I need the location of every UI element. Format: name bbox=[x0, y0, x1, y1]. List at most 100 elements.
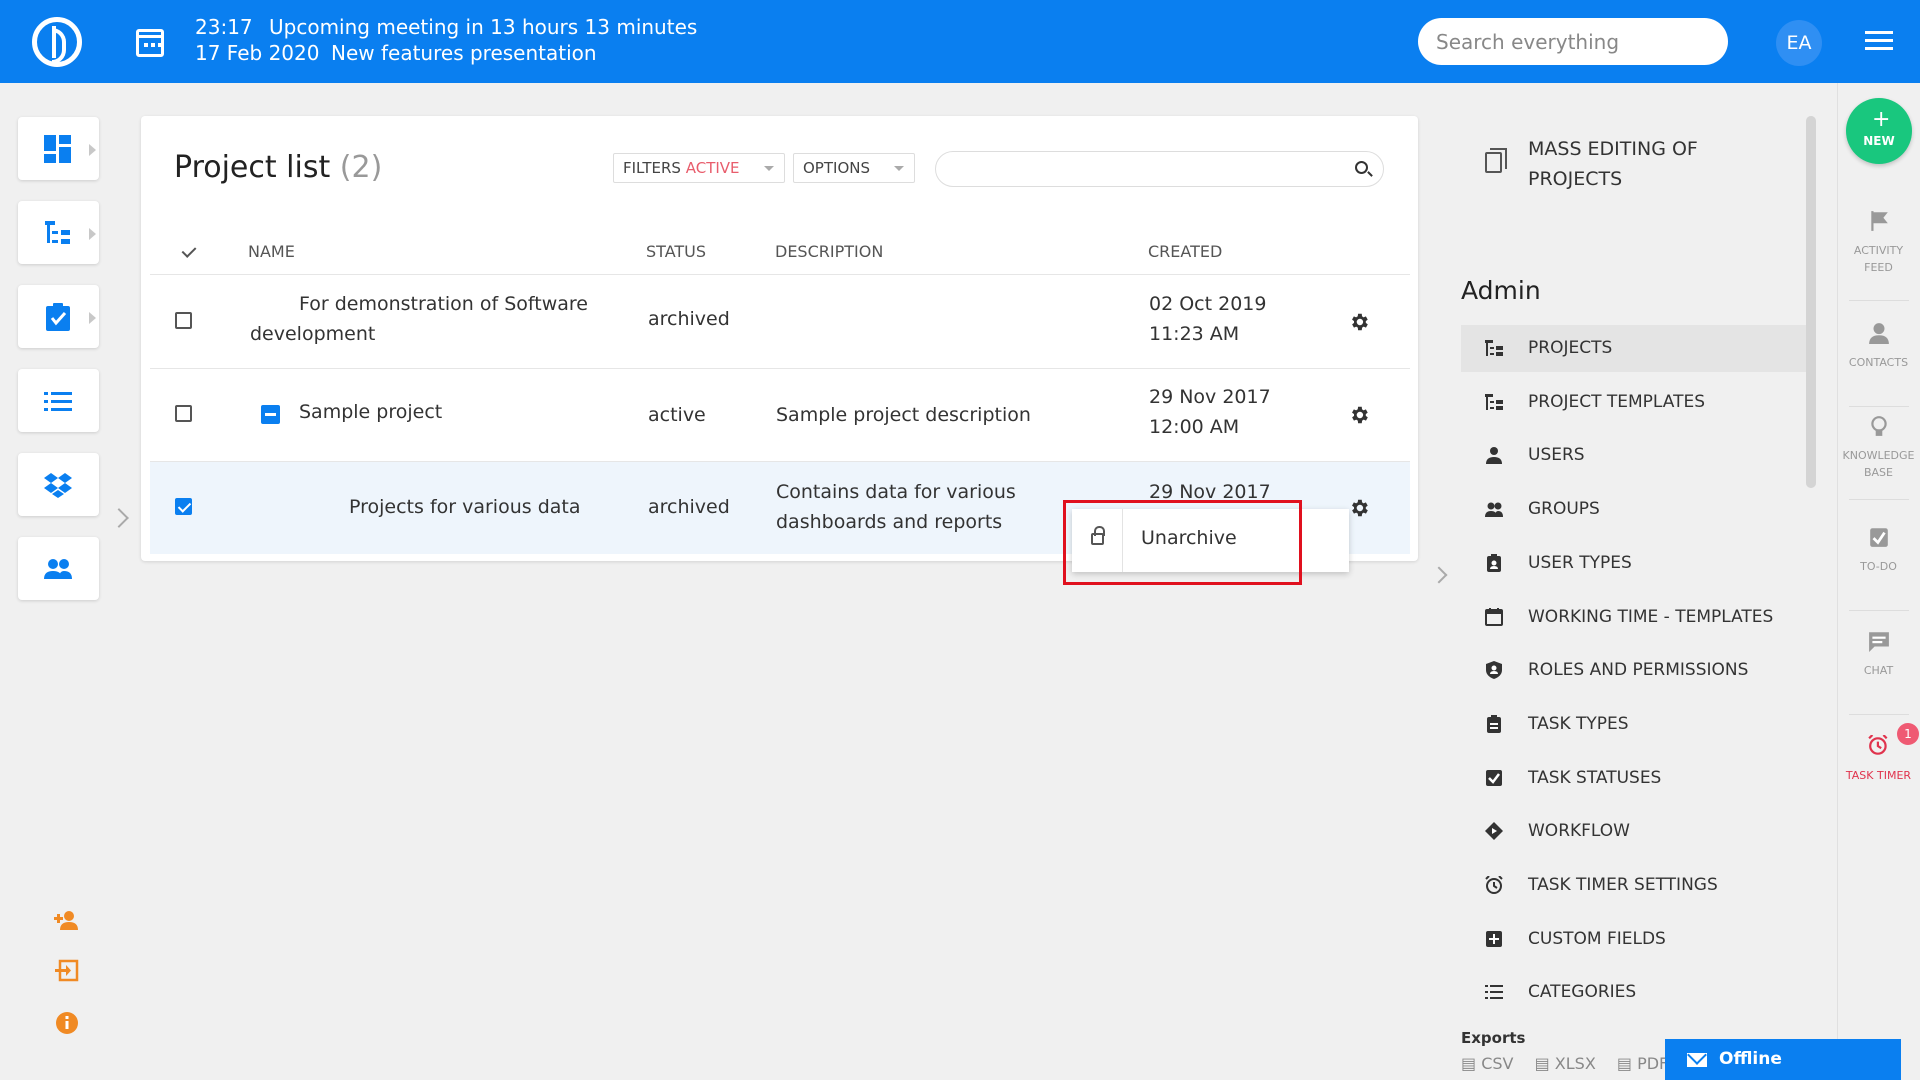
user-avatar[interactable]: EA bbox=[1776, 20, 1822, 66]
select-all-check-icon[interactable] bbox=[181, 243, 197, 258]
gear-icon[interactable] bbox=[1348, 497, 1370, 519]
project-name[interactable]: For demonstration of Software developmen… bbox=[250, 289, 588, 349]
row-checkbox[interactable] bbox=[175, 405, 192, 422]
sidebar-projects-button[interactable] bbox=[18, 201, 99, 264]
export-xlsx-link[interactable]: ▤ XLSX bbox=[1535, 1054, 1604, 1073]
sidebar-list-button[interactable] bbox=[18, 369, 99, 432]
global-search-input[interactable] bbox=[1418, 18, 1728, 65]
collapse-panel-chevron-icon[interactable] bbox=[1430, 566, 1448, 584]
chat-offline-button[interactable]: Offline bbox=[1665, 1039, 1901, 1080]
admin-item-projects[interactable]: PROJECTS bbox=[1461, 325, 1806, 372]
project-created: 29 Nov 2017 12:00 AM bbox=[1149, 382, 1271, 442]
admin-item-task-types[interactable]: TASK TYPES bbox=[1461, 701, 1806, 748]
rail-item-label: ACTIVITY FEED bbox=[1837, 242, 1920, 276]
admin-item-working-time-templates[interactable]: WORKING TIME - TEMPLATES bbox=[1461, 594, 1806, 641]
add-user-icon[interactable] bbox=[54, 908, 80, 934]
list-icon bbox=[1485, 985, 1503, 1000]
rail-item-label: KNOWLEDGE BASE bbox=[1837, 447, 1920, 481]
admin-item-label: GROUPS bbox=[1528, 499, 1600, 520]
admin-item-task-timer-settings[interactable]: TASK TIMER SETTINGS bbox=[1461, 862, 1806, 909]
expand-arrow-icon bbox=[89, 144, 96, 156]
export-csv-link[interactable]: ▤ CSV bbox=[1461, 1054, 1521, 1073]
scrollbar-thumb[interactable] bbox=[1806, 116, 1816, 488]
created-time: 12:00 AM bbox=[1149, 416, 1240, 438]
gear-icon[interactable] bbox=[1348, 404, 1370, 426]
project-tree-icon bbox=[1485, 340, 1503, 356]
hamburger-menu-icon[interactable] bbox=[1865, 31, 1893, 51]
admin-item-project-templates[interactable]: PROJECT TEMPLATES bbox=[1461, 379, 1806, 426]
project-description: Sample project description bbox=[776, 404, 1031, 426]
project-created: 02 Oct 2019 11:23 AM bbox=[1149, 289, 1266, 349]
dashboard-icon bbox=[44, 135, 71, 163]
sidebar-users-button[interactable] bbox=[18, 537, 99, 600]
collapse-minus-icon[interactable] bbox=[261, 405, 280, 424]
admin-item-roles-and-permissions[interactable]: ROLES AND PERMISSIONS bbox=[1461, 647, 1806, 694]
filters-state: ACTIVE bbox=[685, 159, 740, 177]
calendar-icon[interactable] bbox=[136, 29, 164, 57]
highlight-box bbox=[1063, 500, 1302, 585]
row-checkbox[interactable] bbox=[175, 498, 192, 515]
current-time: 23:17 bbox=[195, 15, 253, 39]
rail-divider bbox=[1849, 499, 1909, 500]
export-csv-label: CSV bbox=[1481, 1054, 1514, 1073]
sidebar-dropbox-button[interactable] bbox=[18, 453, 99, 516]
rail-label-line: BASE bbox=[1863, 466, 1893, 479]
app-logo-icon[interactable] bbox=[32, 17, 82, 67]
rail-label-line: TO-DO bbox=[1860, 560, 1897, 573]
admin-item-label: ROLES AND PERMISSIONS bbox=[1528, 660, 1749, 681]
current-date: 17 Feb 2020 bbox=[195, 41, 320, 65]
admin-item-task-statuses[interactable]: TASK STATUSES bbox=[1461, 755, 1806, 802]
column-header-name[interactable]: NAME bbox=[248, 242, 295, 261]
admin-item-users[interactable]: USERS bbox=[1461, 432, 1806, 479]
project-search-input[interactable] bbox=[935, 151, 1384, 187]
caret-down-icon bbox=[764, 166, 774, 171]
admin-item-label: WORKING TIME - TEMPLATES bbox=[1528, 606, 1774, 627]
event-line[interactable]: 17 Feb 2020 New features presentation bbox=[195, 41, 597, 65]
rail-item-contacts[interactable]: CONTACTS bbox=[1837, 322, 1920, 371]
column-header-created[interactable]: CREATED bbox=[1148, 242, 1222, 261]
new-button-label: NEW bbox=[1863, 134, 1895, 148]
login-icon[interactable] bbox=[54, 958, 80, 984]
column-header-status[interactable]: STATUS bbox=[646, 242, 706, 261]
rail-item-activity[interactable]: ACTIVITY FEED bbox=[1837, 210, 1920, 276]
admin-item-workflow[interactable]: WORKFLOW bbox=[1461, 808, 1806, 855]
row-checkbox[interactable] bbox=[175, 312, 192, 329]
rail-label-line: FEED bbox=[1864, 261, 1893, 274]
admin-scrollbar[interactable] bbox=[1806, 116, 1816, 488]
bulb-icon bbox=[1870, 416, 1887, 436]
column-header-description[interactable]: DESCRIPTION bbox=[775, 242, 883, 261]
meeting-countdown: Upcoming meeting in 13 hours 13 minutes bbox=[269, 15, 698, 39]
mass-editing-link[interactable]: MASS EDITING OF PROJECTS bbox=[1528, 134, 1748, 194]
admin-item-user-types[interactable]: USER TYPES bbox=[1461, 540, 1806, 587]
row-divider bbox=[150, 368, 1410, 369]
options-dropdown[interactable]: OPTIONS bbox=[793, 153, 915, 183]
info-icon[interactable] bbox=[54, 1010, 80, 1036]
admin-item-categories[interactable]: CATEGORIES bbox=[1461, 969, 1806, 1016]
expand-arrow-icon bbox=[89, 312, 96, 324]
sidebar-dashboard-button[interactable] bbox=[18, 117, 99, 180]
project-name-line: For demonstration of Software bbox=[299, 293, 588, 315]
filters-label: FILTERS bbox=[623, 159, 681, 177]
plus-icon: + bbox=[1872, 107, 1891, 132]
rail-item-knowledge[interactable]: KNOWLEDGE BASE bbox=[1837, 415, 1920, 481]
expand-sidebar-chevron-icon[interactable] bbox=[109, 508, 129, 528]
new-button[interactable]: + NEW bbox=[1846, 98, 1912, 164]
project-name[interactable]: Projects for various data bbox=[349, 492, 581, 522]
admin-item-label: PROJECTS bbox=[1528, 338, 1613, 358]
admin-item-groups[interactable]: GROUPS bbox=[1461, 486, 1806, 533]
admin-item-label: WORKFLOW bbox=[1528, 821, 1630, 842]
upcoming-meeting-line[interactable]: 23:17 Upcoming meeting in 13 hours 13 min… bbox=[195, 15, 697, 39]
task-timer-badge: 1 bbox=[1897, 723, 1919, 745]
group-icon bbox=[1485, 502, 1503, 518]
project-name[interactable]: Sample project bbox=[299, 397, 442, 427]
search-icon[interactable] bbox=[1355, 161, 1368, 174]
sidebar-tasks-button[interactable] bbox=[18, 285, 99, 348]
gear-icon[interactable] bbox=[1348, 311, 1370, 333]
filters-dropdown[interactable]: FILTERS ACTIVE bbox=[613, 153, 785, 183]
admin-item-custom-fields[interactable]: CUSTOM FIELDS bbox=[1461, 916, 1806, 963]
rail-item-label: TASK TIMER bbox=[1837, 767, 1920, 784]
rail-item-to-do[interactable]: TO-DO bbox=[1837, 526, 1920, 575]
envelope-icon bbox=[1687, 1053, 1707, 1067]
exports-heading: Exports bbox=[1461, 1029, 1526, 1047]
rail-item-chat[interactable]: CHAT bbox=[1837, 630, 1920, 679]
